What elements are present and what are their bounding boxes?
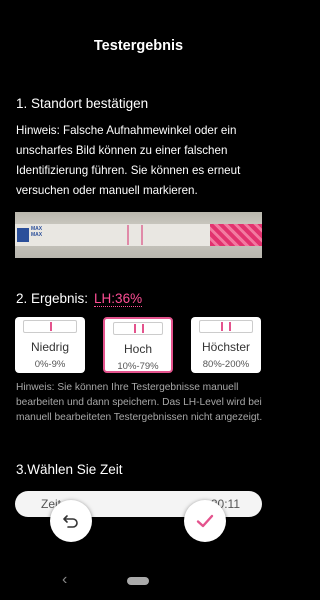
system-nav-bar: ‹	[0, 560, 277, 600]
level-name: Höchster	[201, 340, 251, 354]
preview-line	[229, 322, 231, 331]
preview-line	[142, 324, 144, 333]
chevron-left-icon[interactable]: ‹	[62, 571, 67, 589]
step3-heading: 3.Wählen Sie Zeit	[16, 462, 123, 477]
step2-heading: 2. Ergebnis: LH:36%	[16, 291, 143, 307]
test-strip-image[interactable]: MAX MAX	[15, 212, 262, 258]
lh-result-value[interactable]: LH:36%	[94, 291, 143, 307]
strip-max-2: MAX	[31, 232, 43, 238]
level-option-low[interactable]: Niedrig 0%-9%	[15, 317, 85, 373]
confirm-button[interactable]	[184, 500, 226, 542]
step1-heading: 1. Standort bestätigen	[16, 96, 149, 111]
strip-absorbent-tip	[210, 224, 262, 246]
level-range: 10%-79%	[117, 361, 159, 372]
undo-arrow-icon	[63, 515, 78, 528]
level-option-highest[interactable]: Höchster 80%-200%	[191, 317, 261, 373]
preview-line	[50, 322, 52, 331]
preview-line	[221, 322, 223, 331]
level-name: Hoch	[123, 342, 152, 356]
strip-test-line	[127, 225, 129, 245]
result-label: 2. Ergebnis:	[16, 291, 89, 306]
strip-handle	[17, 228, 29, 242]
strip-preview	[23, 320, 77, 333]
level-range: 0%-9%	[34, 359, 66, 370]
page-title: Testergebnis	[93, 38, 184, 54]
level-option-high[interactable]: Hoch 10%-79%	[103, 317, 173, 373]
manual-edit-hint: Hinweis: Sie können Ihre Testergebnisse …	[16, 382, 263, 423]
strip-preview	[199, 320, 253, 333]
checkmark-icon	[196, 514, 214, 528]
strip-label: MAX MAX	[31, 226, 42, 238]
level-range: 80%-200%	[202, 359, 250, 370]
undo-button[interactable]	[50, 500, 92, 542]
preview-line	[134, 324, 136, 333]
level-name: Niedrig	[30, 340, 69, 354]
strip-preview	[113, 322, 163, 335]
step1-hint: Hinweis: Falsche Aufnahmewinkel oder ein…	[16, 124, 241, 197]
home-pill[interactable]	[127, 577, 149, 585]
strip-control-line	[141, 225, 143, 245]
